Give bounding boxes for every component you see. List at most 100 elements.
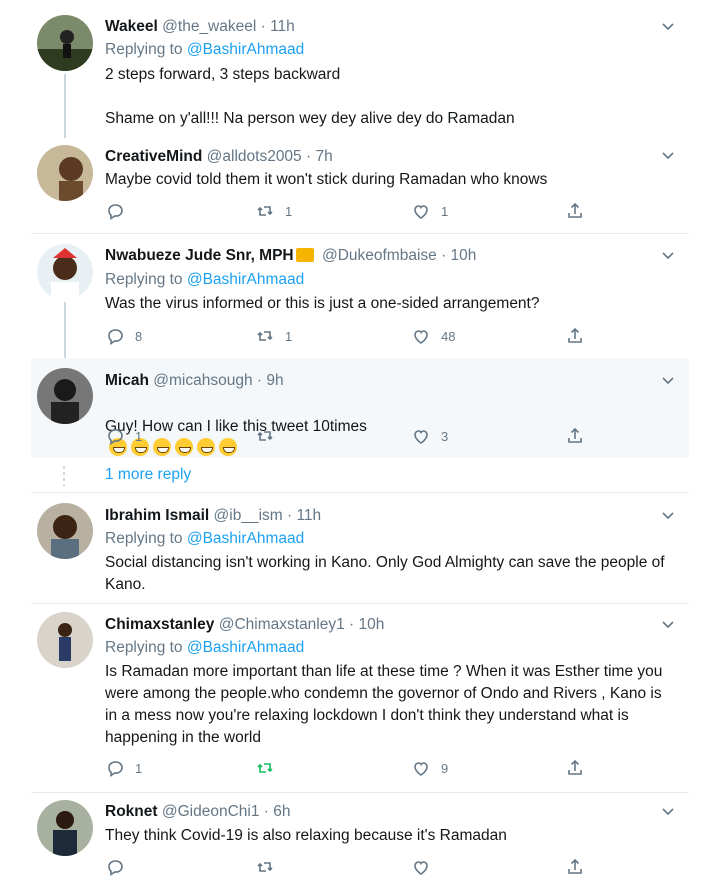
chevron-down-icon[interactable] bbox=[661, 508, 675, 522]
tweet-header: Wakeel @the_wakeel · 11h bbox=[105, 18, 295, 36]
share-button[interactable] bbox=[565, 326, 585, 346]
retweet-button[interactable] bbox=[255, 857, 285, 877]
reply-icon bbox=[108, 329, 123, 345]
handle[interactable]: @the_wakeel · 11h bbox=[162, 18, 295, 35]
reply-button[interactable]: 1 bbox=[105, 426, 142, 446]
handle[interactable]: @micahsough · 9h bbox=[153, 372, 283, 389]
heart-icon bbox=[414, 861, 428, 875]
display-name[interactable]: Ibrahim Ismail bbox=[105, 507, 209, 524]
tweet-text: Social distancing isn't working in Kano.… bbox=[105, 554, 665, 593]
retweet-icon bbox=[257, 331, 273, 341]
tweet-header: Micah @micahsough · 9h bbox=[105, 372, 284, 390]
display-name[interactable]: Chimaxstanley bbox=[105, 616, 214, 633]
heart-icon bbox=[414, 762, 428, 776]
avatar[interactable] bbox=[37, 244, 93, 300]
handle[interactable]: @Dukeofmbaise · 10h bbox=[322, 247, 476, 264]
reply-icon bbox=[108, 429, 123, 445]
tweet-header: Roknet @GideonChi1 · 6h bbox=[105, 803, 290, 821]
display-name[interactable]: Roknet bbox=[105, 803, 158, 820]
mention-link[interactable]: @BashirAhmaad bbox=[187, 41, 304, 58]
tweet[interactable]: Chimaxstanley @Chimaxstanley1 · 10h Repl… bbox=[31, 604, 689, 792]
share-icon bbox=[568, 760, 582, 775]
like-button[interactable]: 48 bbox=[411, 326, 455, 346]
tweet[interactable]: Nwabueze Jude Snr, MPH @Dukeofmbaise · 1… bbox=[31, 234, 689, 358]
handle[interactable]: @Chimaxstanley1 · 10h bbox=[219, 616, 385, 633]
avatar[interactable] bbox=[37, 15, 93, 71]
handle[interactable]: @GideonChi1 · 6h bbox=[162, 803, 291, 820]
like-button[interactable]: 1 bbox=[411, 201, 448, 221]
heart-icon bbox=[414, 430, 428, 444]
display-name[interactable]: Micah bbox=[105, 372, 149, 389]
chevron-down-icon[interactable] bbox=[661, 148, 675, 162]
reply-icon bbox=[108, 204, 123, 220]
tweet-header: CreativeMind @alldots2005 · 7h bbox=[105, 148, 333, 166]
mention-link[interactable]: @BashirAhmaad bbox=[187, 639, 304, 656]
replying-to: Replying to @BashirAhmaad bbox=[105, 530, 304, 548]
share-button[interactable] bbox=[565, 857, 585, 877]
retweet-button[interactable]: 1 bbox=[255, 326, 292, 346]
tweet[interactable]: Ibrahim Ismail @ib__ism · 11h Replying t… bbox=[31, 493, 689, 603]
retweet-button[interactable]: 1 bbox=[255, 201, 292, 221]
reply-count: 8 bbox=[135, 328, 143, 344]
mention-link[interactable]: @BashirAhmaad bbox=[187, 271, 304, 288]
tweet[interactable]: Micah @micahsough · 9h Guy! How can I li… bbox=[31, 358, 689, 458]
replying-to: Replying to @BashirAhmaad bbox=[105, 41, 304, 59]
share-icon bbox=[568, 428, 582, 443]
display-name[interactable]: CreativeMind bbox=[105, 148, 202, 165]
thread-line bbox=[64, 302, 66, 358]
retweet-icon bbox=[257, 763, 273, 773]
tweet-actions: 1 3 bbox=[105, 426, 605, 448]
retweet-icon bbox=[257, 862, 273, 872]
share-button[interactable] bbox=[565, 201, 585, 221]
reply-button[interactable]: 8 bbox=[105, 326, 142, 346]
retweet-count: 1 bbox=[285, 328, 293, 344]
reply-icon bbox=[108, 860, 123, 876]
thread-line bbox=[64, 74, 66, 138]
replying-to: Replying to @BashirAhmaad bbox=[105, 639, 304, 657]
handle[interactable]: @ib__ism · 11h bbox=[214, 507, 322, 524]
avatar[interactable] bbox=[37, 503, 93, 559]
like-button[interactable]: 9 bbox=[411, 758, 448, 778]
tweet-text: Is Ramadan more important than life at t… bbox=[105, 663, 663, 746]
avatar[interactable] bbox=[37, 612, 93, 668]
more-replies-link[interactable]: 1 more reply bbox=[105, 466, 191, 484]
reply-button[interactable]: 1 bbox=[105, 758, 142, 778]
replying-to: Replying to @BashirAhmaad bbox=[105, 271, 304, 289]
chevron-down-icon[interactable] bbox=[661, 19, 675, 33]
chevron-down-icon[interactable] bbox=[661, 248, 675, 262]
chevron-down-icon[interactable] bbox=[661, 804, 675, 818]
reply-count: 1 bbox=[135, 428, 143, 444]
mention-link[interactable]: @BashirAhmaad bbox=[187, 530, 304, 547]
like-button[interactable]: 3 bbox=[411, 426, 448, 446]
tweet-text: 2 steps forward, 3 steps backward Shame … bbox=[105, 66, 515, 127]
reply-button[interactable] bbox=[105, 857, 135, 877]
retweet-button[interactable] bbox=[255, 758, 285, 778]
share-icon bbox=[568, 328, 582, 343]
share-icon bbox=[568, 203, 582, 218]
replying-label: Replying to bbox=[105, 271, 183, 288]
display-name[interactable]: Nwabueze Jude Snr, MPH bbox=[105, 247, 294, 264]
chevron-down-icon[interactable] bbox=[661, 617, 675, 631]
avatar[interactable] bbox=[37, 800, 93, 856]
heart-icon bbox=[414, 205, 428, 219]
tweet-actions: 8 1 48 bbox=[105, 326, 605, 348]
share-button[interactable] bbox=[565, 426, 585, 446]
retweet-icon bbox=[257, 431, 273, 441]
heart-icon bbox=[414, 330, 428, 344]
retweet-icon bbox=[257, 206, 273, 216]
avatar[interactable] bbox=[37, 145, 93, 201]
display-name[interactable]: Wakeel bbox=[105, 18, 158, 35]
avatar[interactable] bbox=[37, 368, 93, 424]
chevron-down-icon[interactable] bbox=[661, 373, 675, 387]
tweet[interactable]: Wakeel @the_wakeel · 11h Replying to @Ba… bbox=[31, 0, 689, 140]
share-button[interactable] bbox=[565, 758, 585, 778]
handle[interactable]: @alldots2005 · 7h bbox=[207, 148, 333, 165]
tweet[interactable]: Roknet @GideonChi1 · 6h They think Covid… bbox=[31, 793, 689, 887]
retweet-button[interactable] bbox=[255, 426, 285, 446]
tweet[interactable]: CreativeMind @alldots2005 · 7h Maybe cov… bbox=[31, 140, 689, 232]
reply-count: 1 bbox=[135, 760, 143, 776]
reply-button[interactable] bbox=[105, 201, 135, 221]
like-count: 1 bbox=[441, 203, 449, 219]
tweet-header: Ibrahim Ismail @ib__ism · 11h bbox=[105, 507, 321, 525]
like-button[interactable] bbox=[411, 857, 441, 877]
